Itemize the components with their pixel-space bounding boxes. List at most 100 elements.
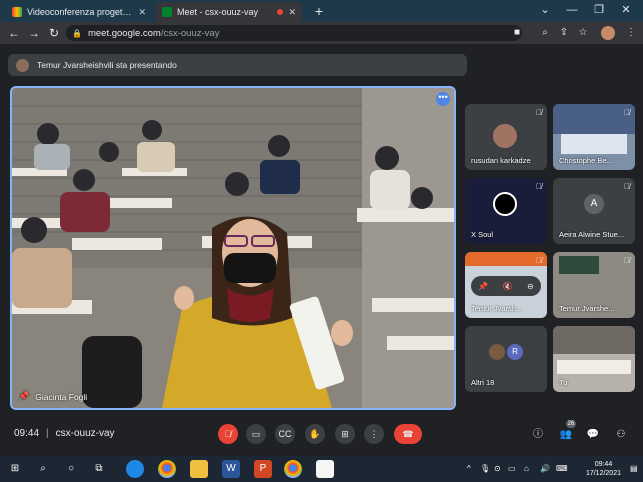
activities-icon[interactable]: ⚇: [614, 428, 628, 442]
mute-icon[interactable]: 🔇: [503, 282, 513, 291]
windows-taskbar: ⊞ ⌕ ○ ⧉ W P ^ 🎙 ⊙ ▭ ⌂ 🔊 ⌨ 09:44 17/12/20…: [0, 456, 643, 482]
participant-tile[interactable]: Tu: [553, 326, 635, 392]
network-icon[interactable]: ⌂: [524, 464, 529, 473]
word-icon[interactable]: W: [222, 460, 240, 478]
pin-icon[interactable]: 📌: [18, 391, 29, 402]
close-tab-icon[interactable]: ✕: [138, 7, 146, 18]
participant-name: Altri 18: [471, 378, 495, 387]
powerpoint-icon[interactable]: P: [254, 460, 272, 478]
tray-expand-icon[interactable]: ^: [467, 464, 471, 473]
bookmark-star-icon[interactable]: ☆: [576, 26, 590, 40]
presenting-banner: Temur Jvarsheishvili sta presentando: [8, 54, 467, 76]
participant-tile[interactable]: 🎙̸ Christophe Be...: [553, 104, 635, 170]
participant-name: rusudan karkadze: [471, 156, 531, 165]
battery-icon[interactable]: ▭: [508, 464, 516, 473]
participant-tile[interactable]: 🎙̸ X Soul: [465, 178, 547, 244]
presenting-text: Temur Jvarsheishvili sta presentando: [37, 60, 177, 70]
participant-tile[interactable]: A 🎙̸ Aeira Alwine Stue...: [553, 178, 635, 244]
remove-icon[interactable]: ⊖: [527, 282, 534, 291]
notifications-icon[interactable]: ▤: [630, 464, 638, 473]
restore-button[interactable]: ❐: [589, 2, 609, 18]
browser-tab-strip: Videoconferenza progetto intern ✕ Meet -…: [0, 0, 643, 22]
chrome-window-icon[interactable]: [284, 460, 302, 478]
file-explorer-icon[interactable]: [190, 460, 208, 478]
people-tray-icon[interactable]: ⊙: [494, 464, 501, 473]
pin-icon[interactable]: 📌: [478, 282, 488, 291]
minimize-button[interactable]: —: [562, 2, 582, 18]
task-view-icon[interactable]: ⧉: [90, 460, 108, 478]
chat-icon[interactable]: 💬: [586, 428, 600, 442]
mic-tray-icon[interactable]: 🎙: [480, 464, 490, 473]
microphone-toggle-button[interactable]: 🎙̸: [218, 424, 238, 444]
video-feed: [557, 360, 631, 374]
speaker-name: Giacinta Fogli: [35, 391, 88, 402]
document-icon[interactable]: [316, 460, 334, 478]
edge-icon[interactable]: [126, 460, 144, 478]
recording-dot-icon: [277, 9, 284, 15]
video-feed: [465, 252, 547, 266]
more-options-button[interactable]: ⋮: [364, 424, 384, 444]
cortana-icon[interactable]: ○: [62, 460, 80, 478]
windows-start-icon[interactable]: ⊞: [6, 460, 24, 478]
participant-avatar: [493, 124, 517, 148]
participant-name: Temur Jvarshe...: [559, 304, 615, 313]
volume-icon[interactable]: 🔊: [540, 464, 550, 473]
obs-logo-icon: [493, 192, 517, 216]
search-icon[interactable]: ⌕: [34, 460, 52, 478]
mic-off-icon: 🎙̸: [536, 108, 542, 117]
mic-off-icon: 🎙̸: [624, 256, 630, 265]
share-icon[interactable]: ⇪: [557, 26, 571, 40]
back-arrow-icon[interactable]: ←: [6, 25, 22, 41]
camera-indicator-icon[interactable]: ■: [510, 26, 524, 40]
participant-tile[interactable]: 🎙̸ 📌 🔇 ⊖ Temur Jvarsh...: [465, 252, 547, 318]
tile-hover-controls: 📌 🔇 ⊖: [471, 276, 541, 296]
main-video[interactable]: ••• 📌 Giacinta Fogli: [10, 86, 456, 410]
language-icon[interactable]: ⌨: [556, 464, 568, 473]
captions-button[interactable]: CC: [275, 424, 295, 444]
forward-arrow-icon[interactable]: →: [26, 25, 42, 41]
more-options-button[interactable]: •••: [436, 92, 450, 106]
participant-name: Aeira Alwine Stue...: [559, 230, 625, 239]
tab-videoconferenza[interactable]: Videoconferenza progetto intern ✕: [6, 2, 152, 22]
mic-off-icon: 🎙̸: [624, 182, 630, 191]
meet-icon: [162, 7, 172, 17]
clock-date: 17/12/2021: [585, 470, 621, 477]
video-feed: [559, 256, 599, 274]
address-bar[interactable]: 🔒 meet.google.com/csx-ouuz-vay: [66, 25, 522, 41]
separator: |: [46, 428, 49, 439]
new-tab-button[interactable]: +: [310, 2, 328, 20]
lock-icon: 🔒: [72, 28, 82, 38]
meeting-code: csx-ouuz-vay: [55, 428, 115, 439]
raise-hand-button[interactable]: ✋: [305, 424, 325, 444]
tab-meet[interactable]: Meet - csx-ouuz-vay ✕: [156, 2, 302, 22]
meeting-info: 09:44 | csx-ouuz-vay: [14, 428, 115, 439]
close-tab-icon[interactable]: ✕: [288, 7, 296, 18]
reload-icon[interactable]: ↻: [46, 25, 62, 41]
participant-avatar: A: [584, 194, 604, 214]
close-window-button[interactable]: ✕: [616, 2, 636, 18]
participant-tile[interactable]: 🎙̸ rusudan karkadze: [465, 104, 547, 170]
video-feed: [553, 326, 635, 354]
participant-tile[interactable]: R Altri 18: [465, 326, 547, 392]
camera-toggle-button[interactable]: ▭: [246, 424, 266, 444]
classroom-video-frame: [12, 88, 454, 408]
participant-tile[interactable]: 🎙̸ Temur Jvarshe...: [553, 252, 635, 318]
chrome-icon[interactable]: [158, 460, 176, 478]
leave-call-button[interactable]: ☎: [394, 424, 422, 444]
zoom-icon[interactable]: ⌕: [538, 26, 552, 40]
main-speaker-label: 📌 Giacinta Fogli: [18, 391, 87, 402]
tab-search-icon[interactable]: ⌄: [535, 2, 555, 18]
clock-time: 09:44: [594, 461, 613, 468]
meeting-details-icon[interactable]: ⓘ: [531, 428, 545, 442]
present-screen-button[interactable]: ⊞: [335, 424, 355, 444]
participant-avatar: [489, 344, 505, 360]
mic-off-icon: 🎙̸: [536, 182, 542, 191]
presenter-avatar: [16, 58, 29, 72]
people-icon[interactable]: 👥: [559, 428, 573, 442]
mic-off-icon: 🎙̸: [624, 108, 630, 117]
browser-toolbar: ← → ↻ 🔒 meet.google.com/csx-ouuz-vay ■ ⌕…: [0, 22, 643, 44]
url-text: meet.google.com/csx-ouuz-vay: [88, 28, 219, 39]
menu-kebab-icon[interactable]: ⋮: [624, 26, 638, 40]
taskbar-clock[interactable]: 09:44 17/12/2021: [586, 460, 621, 478]
profile-avatar[interactable]: [601, 26, 615, 40]
